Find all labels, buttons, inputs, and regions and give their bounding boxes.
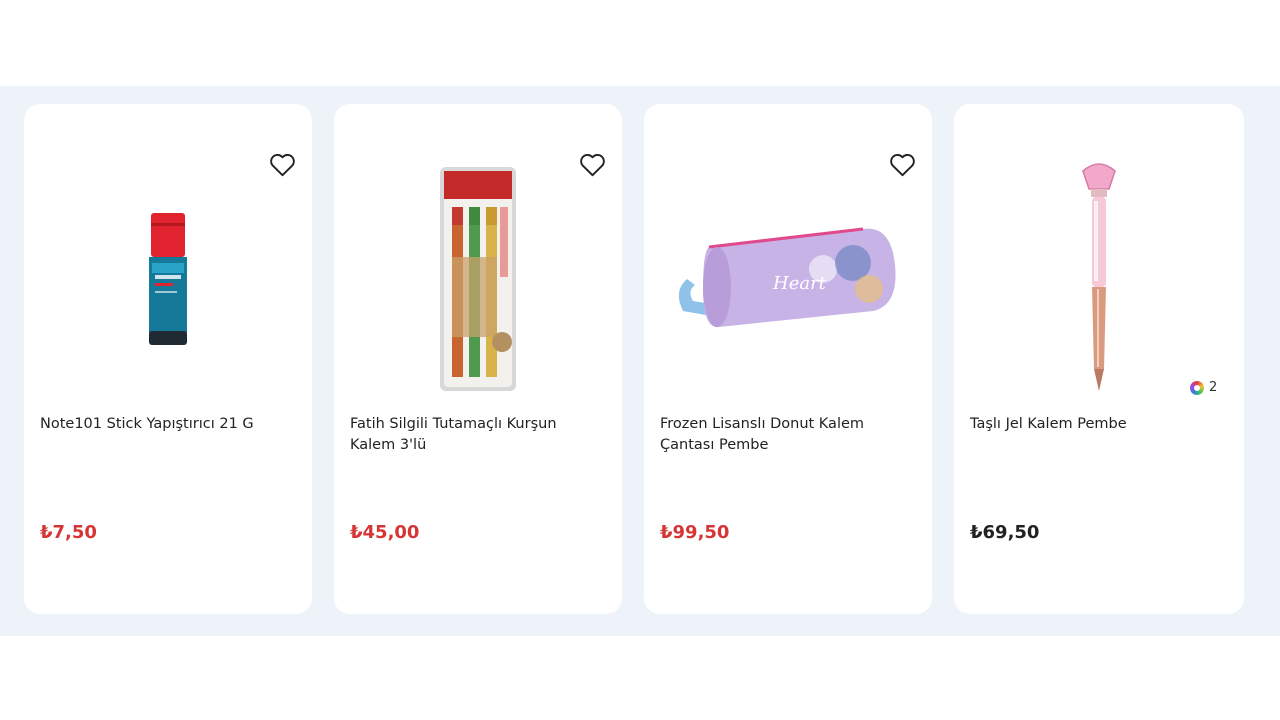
- glue-stick-illustration: [149, 213, 187, 345]
- product-card[interactable]: Fatih Silgili Tutamaçlı Kurşun Kalem 3'l…: [334, 104, 622, 614]
- card-divider: [312, 154, 334, 552]
- product-price: ₺45,00: [350, 522, 420, 543]
- variant-count: 2: [1209, 380, 1218, 395]
- product-grid: Note101 Stick Yapıştırıcı 21 G ₺7,50 Fat…: [24, 104, 1244, 614]
- product-title[interactable]: Frozen Lisanslı Donut Kalem Çantası Pemb…: [660, 414, 910, 456]
- glue-stick-image[interactable]: [24, 154, 312, 404]
- pencil-case-illustration: Heart: [678, 227, 896, 328]
- product-price: ₺7,50: [40, 522, 97, 543]
- gel-pen-image[interactable]: [954, 154, 1244, 404]
- product-price: ₺99,50: [660, 522, 730, 543]
- product-card[interactable]: Note101 Stick Yapıştırıcı 21 G ₺7,50: [24, 104, 312, 614]
- product-card[interactable]: 2 Taşlı Jel Kalem Pembe ₺69,50: [954, 104, 1244, 614]
- color-wheel-icon: [1190, 380, 1204, 395]
- card-divider: [622, 154, 644, 552]
- product-title[interactable]: Note101 Stick Yapıştırıcı 21 G: [40, 414, 290, 435]
- pencil-case-image[interactable]: Heart: [644, 154, 932, 404]
- gel-pen-illustration: [1082, 163, 1116, 391]
- card-divider: [932, 154, 954, 552]
- variant-indicator[interactable]: 2: [1190, 380, 1217, 395]
- product-price: ₺69,50: [970, 522, 1040, 543]
- pencil-case-brand-text: Heart: [772, 273, 827, 294]
- pencil-pack-image[interactable]: [334, 154, 622, 404]
- pencil-pack-illustration: [440, 167, 516, 391]
- product-title[interactable]: Taşlı Jel Kalem Pembe: [970, 414, 1220, 435]
- product-card[interactable]: Heart Frozen Lisanslı Donut Kalem Çantas…: [644, 104, 932, 614]
- product-title[interactable]: Fatih Silgili Tutamaçlı Kurşun Kalem 3'l…: [350, 414, 600, 456]
